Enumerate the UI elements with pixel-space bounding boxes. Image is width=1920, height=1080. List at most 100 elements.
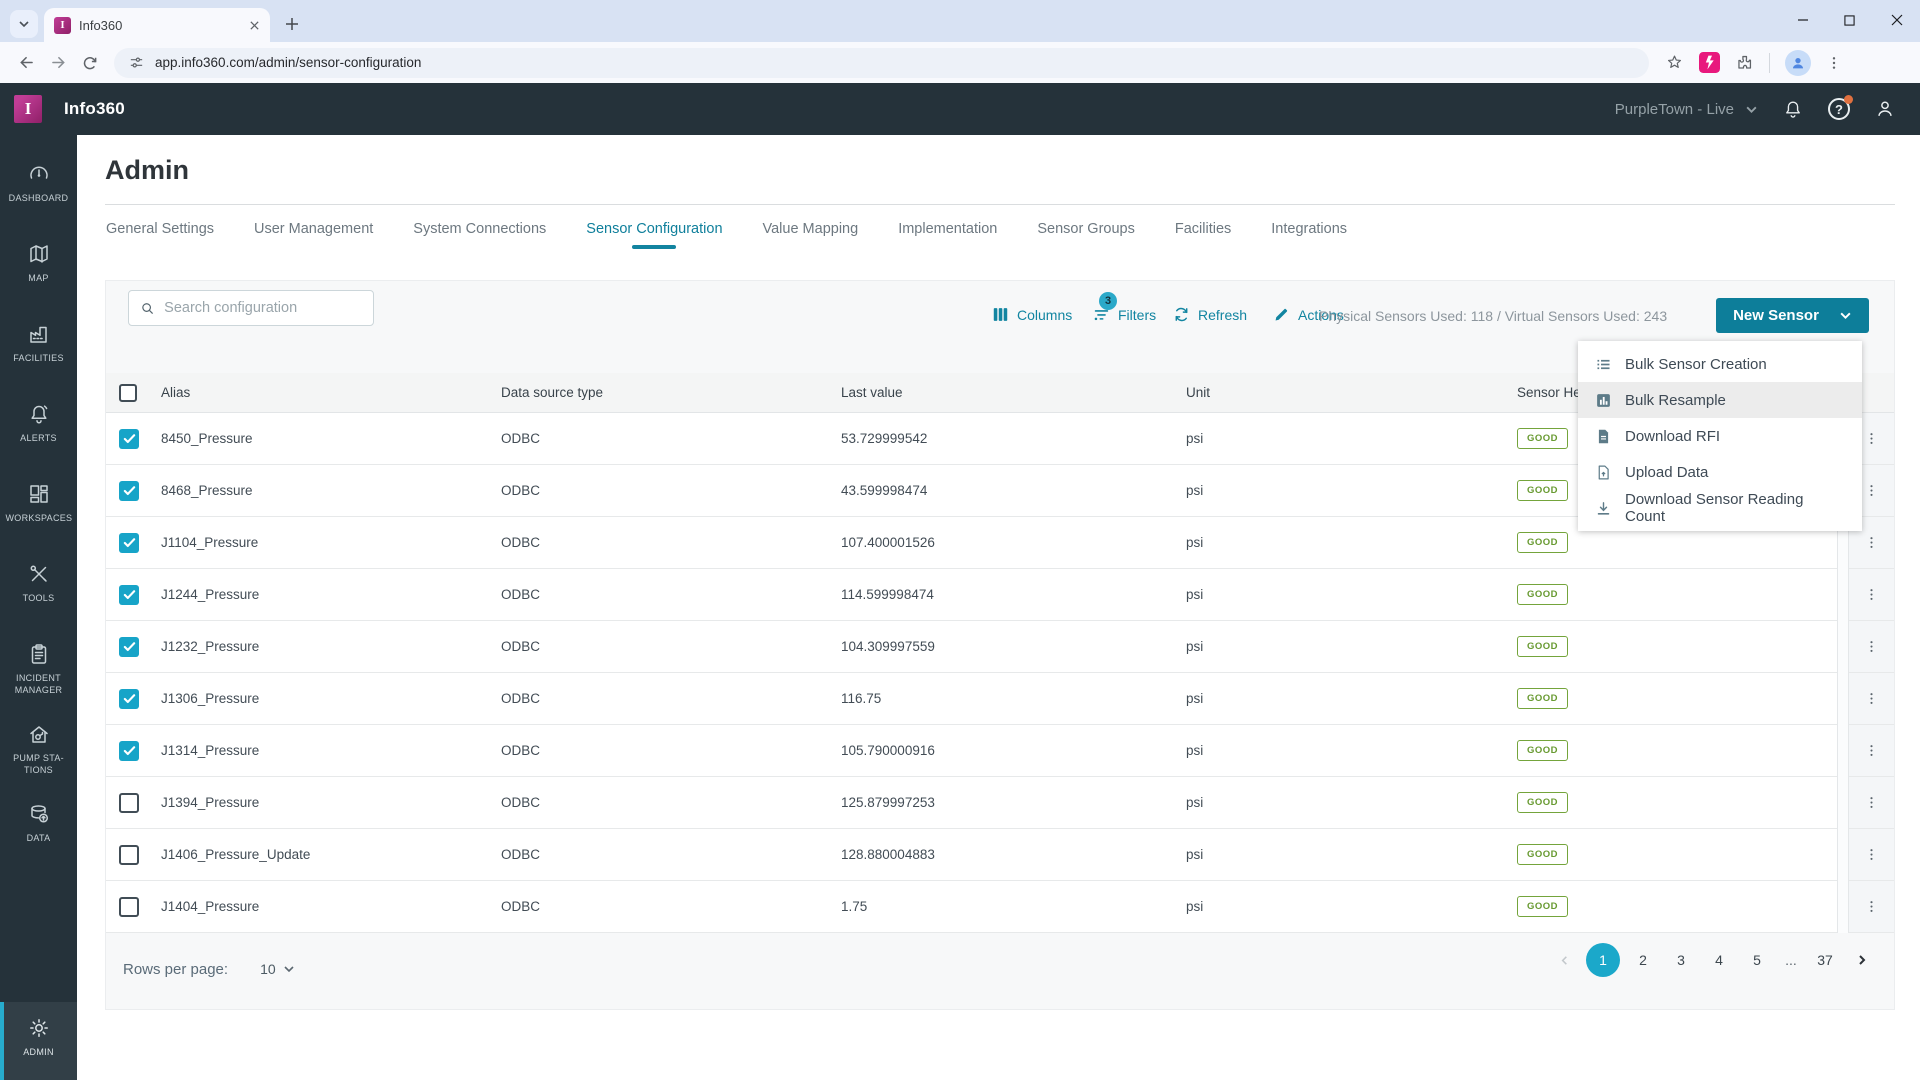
menu-item-bulk-resample[interactable]: Bulk Resample <box>1578 382 1862 418</box>
browser-tab[interactable]: I Info360 <box>44 8 270 42</box>
table-row: J1404_Pressure ODBC 1.75 psi GOOD <box>106 881 1837 933</box>
page-button-3[interactable]: 3 <box>1666 943 1696 977</box>
tab-close-icon[interactable] <box>249 20 260 31</box>
tab-general-settings[interactable]: General Settings <box>106 221 214 249</box>
sidebar-item-facilities[interactable]: FACILITIES <box>0 310 77 390</box>
notification-dot <box>1844 95 1853 104</box>
refresh-button[interactable]: Refresh <box>1172 305 1247 324</box>
new-sensor-menu: Bulk Sensor Creation Bulk Resample Downl… <box>1578 341 1862 531</box>
bookmark-star-icon[interactable] <box>1665 53 1684 72</box>
pagination-ellipsis: ... <box>1780 952 1802 968</box>
tab-sensor-groups[interactable]: Sensor Groups <box>1037 221 1135 249</box>
tab-sensor-configuration[interactable]: Sensor Configuration <box>586 221 722 249</box>
row-menu-button[interactable] <box>1849 621 1894 673</box>
filters-button[interactable]: 3 Filters <box>1092 305 1156 324</box>
menu-item-download-sensor-reading-count[interactable]: Download Sensor Reading Count <box>1578 490 1862 526</box>
sidebar-item-admin[interactable]: ADMIN <box>0 1002 77 1080</box>
menu-item-download-rfi[interactable]: Download RFI <box>1578 418 1862 454</box>
new-sensor-button[interactable]: New Sensor <box>1716 298 1869 333</box>
document-icon <box>1595 428 1612 445</box>
row-menu-button[interactable] <box>1849 569 1894 621</box>
cell-source: ODBC <box>501 899 841 914</box>
select-all-checkbox[interactable] <box>119 384 137 402</box>
health-status-badge: GOOD <box>1517 740 1568 761</box>
row-checkbox[interactable] <box>119 585 139 605</box>
page-button-5[interactable]: 5 <box>1742 943 1772 977</box>
page-button-1[interactable]: 1 <box>1586 943 1620 977</box>
tab-facilities[interactable]: Facilities <box>1175 221 1231 249</box>
row-menu-button[interactable] <box>1849 673 1894 725</box>
sidebar-item-incident-manager[interactable]: INCIDENT MANAGER <box>0 630 77 710</box>
forward-button[interactable] <box>42 47 74 79</box>
sidebar-item-alerts[interactable]: ALERTS <box>0 390 77 470</box>
sidebar-item-data[interactable]: DATA <box>0 790 77 870</box>
cell-last-value: 125.879997253 <box>841 795 1186 810</box>
help-button[interactable]: ? <box>1828 98 1850 120</box>
plus-icon <box>285 17 299 31</box>
cell-source: ODBC <box>501 795 841 810</box>
sidebar-item-tools[interactable]: TOOLS <box>0 550 77 630</box>
page-button-4[interactable]: 4 <box>1704 943 1734 977</box>
previous-page-button[interactable] <box>1550 943 1578 977</box>
url-bar[interactable]: app.info360.com/admin/sensor-configurati… <box>114 48 1649 78</box>
row-checkbox[interactable] <box>119 689 139 709</box>
profile-avatar[interactable] <box>1785 50 1811 76</box>
row-checkbox[interactable] <box>119 793 139 813</box>
pink-extension-icon[interactable] <box>1699 52 1720 73</box>
tab-value-mapping[interactable]: Value Mapping <box>763 221 859 249</box>
menu-item-upload-data[interactable]: Upload Data <box>1578 454 1862 490</box>
browser-menu-icon[interactable] <box>1826 55 1842 71</box>
tab-integrations[interactable]: Integrations <box>1271 221 1347 249</box>
page-button-37[interactable]: 37 <box>1810 943 1840 977</box>
row-checkbox[interactable] <box>119 637 139 657</box>
list-icon <box>1595 356 1612 373</box>
row-checkbox[interactable] <box>119 897 139 917</box>
cell-unit: psi <box>1186 431 1517 446</box>
cell-alias: J1244_Pressure <box>161 587 501 602</box>
tab-search-button[interactable] <box>10 10 38 38</box>
menu-item-bulk-sensor-creation[interactable]: Bulk Sensor Creation <box>1578 346 1862 382</box>
row-menu-button[interactable] <box>1849 829 1894 881</box>
table-row: J1232_Pressure ODBC 104.309997559 psi GO… <box>106 621 1837 673</box>
extensions-puzzle-icon[interactable] <box>1735 53 1754 72</box>
cell-source: ODBC <box>501 691 841 706</box>
tab-user-management[interactable]: User Management <box>254 221 373 249</box>
tab-system-connections[interactable]: System Connections <box>413 221 546 249</box>
columns-button[interactable]: Columns <box>991 305 1072 324</box>
maximize-button[interactable] <box>1826 0 1873 40</box>
close-button[interactable] <box>1873 0 1920 40</box>
rows-per-page-select[interactable]: 10 <box>260 961 295 977</box>
sidebar-item-dashboard[interactable]: DASHBOARD <box>0 150 77 230</box>
row-checkbox[interactable] <box>119 429 139 449</box>
kebab-menu-icon <box>1864 795 1879 810</box>
minimize-button[interactable] <box>1779 0 1826 40</box>
site-info-icon[interactable] <box>128 54 145 71</box>
row-menu-button[interactable] <box>1849 725 1894 777</box>
row-checkbox[interactable] <box>119 481 139 501</box>
sidebar-item-workspaces[interactable]: WORKSPACES <box>0 470 77 550</box>
cell-alias: J1404_Pressure <box>161 899 501 914</box>
tab-implementation[interactable]: Implementation <box>898 221 997 249</box>
page-button-2[interactable]: 2 <box>1628 943 1658 977</box>
account-person-icon[interactable] <box>1874 98 1896 120</box>
health-status-badge: GOOD <box>1517 532 1568 553</box>
browser-toolbar-right <box>1665 50 1842 76</box>
environment-selector[interactable]: PurpleTown - Live <box>1615 101 1758 118</box>
back-button[interactable] <box>10 47 42 79</box>
row-checkbox[interactable] <box>119 741 139 761</box>
notifications-bell-icon[interactable] <box>1782 98 1804 120</box>
new-tab-button[interactable] <box>278 10 306 38</box>
row-checkbox[interactable] <box>119 845 139 865</box>
sidebar-item-map[interactable]: MAP <box>0 230 77 310</box>
chevron-down-icon <box>18 18 30 30</box>
reload-button[interactable] <box>74 47 106 79</box>
cell-source: ODBC <box>501 483 841 498</box>
search-box[interactable] <box>128 290 374 326</box>
search-input[interactable] <box>164 300 362 316</box>
row-menu-button[interactable] <box>1849 777 1894 829</box>
next-page-button[interactable] <box>1848 943 1876 977</box>
table-row: J1306_Pressure ODBC 116.75 psi GOOD <box>106 673 1837 725</box>
row-menu-button[interactable] <box>1849 881 1894 933</box>
row-checkbox[interactable] <box>119 533 139 553</box>
sidebar-item-pump-sta-tions[interactable]: PUMP STA-TIONS <box>0 710 77 790</box>
